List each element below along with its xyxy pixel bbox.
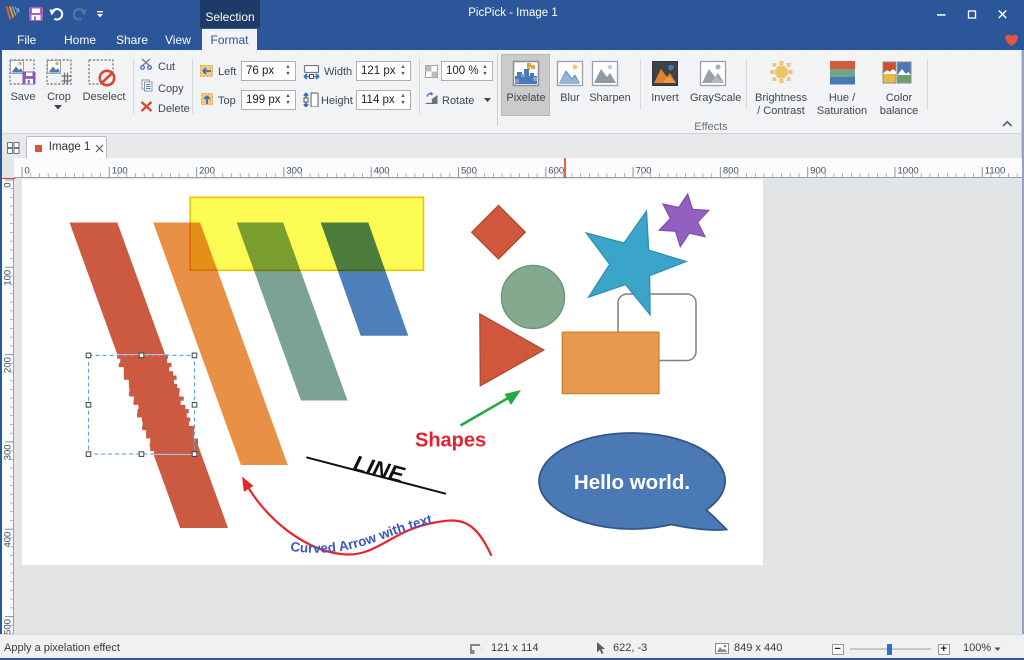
svg-text:500: 500 bbox=[461, 166, 477, 177]
svg-text:Curved Arrow with text: Curved Arrow with text bbox=[290, 511, 434, 555]
svg-text:500: 500 bbox=[3, 619, 14, 634]
svg-text:300: 300 bbox=[3, 444, 14, 460]
svg-text:1100: 1100 bbox=[985, 166, 1005, 177]
svg-text:Hello world.: Hello world. bbox=[574, 471, 690, 494]
svg-text:700: 700 bbox=[636, 166, 652, 177]
svg-text:100: 100 bbox=[112, 166, 128, 177]
svg-text:200: 200 bbox=[3, 357, 14, 373]
svg-text:600: 600 bbox=[548, 166, 564, 177]
svg-text:0: 0 bbox=[25, 166, 30, 177]
svg-text:400: 400 bbox=[3, 532, 14, 548]
svg-text:Shapes: Shapes bbox=[415, 430, 486, 452]
svg-text:LINE: LINE bbox=[351, 451, 408, 488]
svg-text:100: 100 bbox=[3, 270, 14, 286]
svg-text:1000: 1000 bbox=[898, 166, 919, 177]
svg-text:800: 800 bbox=[723, 166, 739, 177]
svg-text:200: 200 bbox=[199, 166, 215, 177]
svg-text:900: 900 bbox=[810, 166, 826, 177]
svg-text:0: 0 bbox=[3, 183, 14, 188]
svg-text:400: 400 bbox=[374, 166, 390, 177]
svg-text:300: 300 bbox=[286, 166, 302, 177]
